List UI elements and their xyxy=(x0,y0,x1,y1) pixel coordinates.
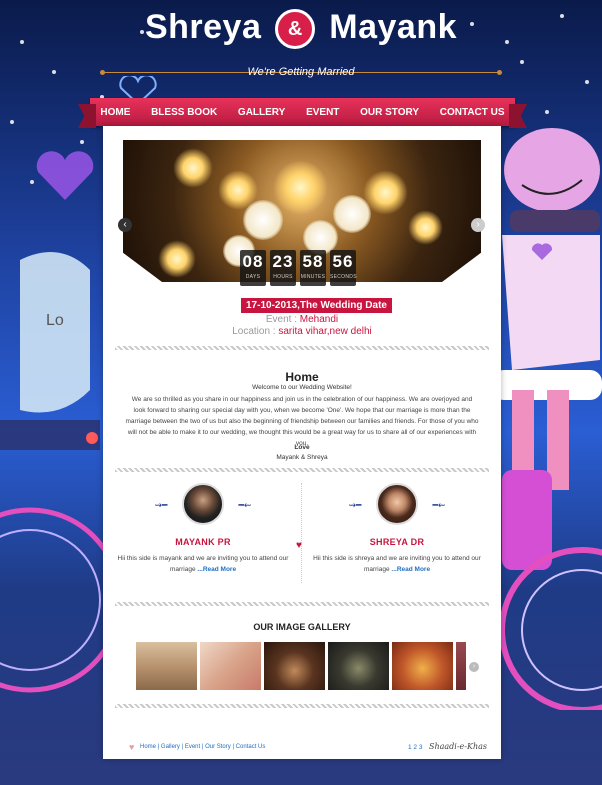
nav-home[interactable]: HOME xyxy=(100,107,130,118)
welcome-paragraph: We are so thrilled as you share in our h… xyxy=(125,396,479,447)
couple-divider xyxy=(301,483,302,583)
sign-names: Mayank & Shreya xyxy=(276,454,328,461)
footer-link-gallery[interactable]: Gallery xyxy=(161,744,180,750)
purple-heart-icon xyxy=(34,150,96,202)
ornament-left-icon: ⇝━ xyxy=(154,500,168,510)
countdown-hours: 23 HOURS xyxy=(270,250,296,286)
countdown-minutes-label: MINUTES xyxy=(300,274,326,280)
countdown-hours-value: 23 xyxy=(272,252,294,271)
content-card: ‹ › 08 DAYS 23 HOURS 58 MINUTES 56 SECON… xyxy=(103,126,501,759)
gallery-thumb[interactable] xyxy=(136,642,197,690)
countdown-seconds-label: SECONDS xyxy=(330,274,357,280)
gallery-title: OUR IMAGE GALLERY xyxy=(253,622,351,632)
gallery-thumb[interactable] xyxy=(392,642,453,690)
heart-icon: ♥ xyxy=(296,540,302,551)
location-label: Location : xyxy=(232,326,276,337)
countdown-minutes-value: 58 xyxy=(302,252,324,271)
sign-title: Love xyxy=(294,444,310,451)
home-title: Home xyxy=(285,370,319,384)
footer-heart-icon: ♥ xyxy=(129,742,135,752)
gallery-next-icon[interactable]: › xyxy=(469,662,479,672)
ampersand-badge: & xyxy=(275,9,316,50)
bride-avatar[interactable] xyxy=(376,483,418,525)
couple-logo[interactable]: Shreya & Mayank xyxy=(0,8,602,50)
bride-read-more-link[interactable]: ...Read More xyxy=(391,566,430,573)
footer-link-home[interactable]: Home xyxy=(140,744,156,750)
location-value: sarita vihar,new delhi xyxy=(278,326,372,337)
gallery-thumb[interactable] xyxy=(456,642,466,690)
welcome-text: Welcome to our Wedding Website! xyxy=(252,384,352,391)
countdown-timer: 08 DAYS 23 HOURS 58 MINUTES 56 SECONDS xyxy=(240,250,357,286)
countdown-seconds: 56 SECONDS xyxy=(330,250,357,286)
footer-signature: Shaadi-e-Khas xyxy=(429,742,487,751)
gallery-thumb[interactable] xyxy=(264,642,325,690)
ornament-right-icon: ━⇜ xyxy=(238,500,252,510)
location-line: Location : sarita vihar,new delhi xyxy=(103,326,501,337)
footer-link-our-story[interactable]: Our Story xyxy=(205,744,231,750)
countdown-days-label: DAYS xyxy=(245,274,261,280)
event-label: Event : xyxy=(265,314,297,325)
nav-our-story[interactable]: OUR STORY xyxy=(360,107,419,118)
gallery-strip xyxy=(136,642,466,690)
groom-avatar[interactable] xyxy=(182,483,224,525)
nav-contact-us[interactable]: CONTACT US xyxy=(440,107,505,118)
site-header: Shreya & Mayank We're Getting Married xyxy=(0,0,602,100)
logo-name-right: Mayank xyxy=(329,8,458,46)
card-footer: ♥ Home | Gallery | Event | Our Story | C… xyxy=(103,742,501,759)
bride-name: SHREYA DR xyxy=(369,537,425,547)
event-value: Mehandi xyxy=(299,314,339,325)
bride-text: Hii this side is shreya and we are invit… xyxy=(307,553,487,575)
wedding-date-badge: 17-10-2013,The Wedding Date xyxy=(241,298,392,313)
groom-read-more-link[interactable]: ...Read More xyxy=(197,566,236,573)
nav-event[interactable]: EVENT xyxy=(306,107,339,118)
ornament-left-icon: ⇝━ xyxy=(348,500,362,510)
gallery-thumb[interactable] xyxy=(200,642,261,690)
bride-profile: ⇝━ ━⇜ SHREYA DR Hii this side is shreya … xyxy=(307,483,487,575)
footer-link-contact-us[interactable]: Contact Us xyxy=(236,744,266,750)
divider xyxy=(115,346,489,350)
divider xyxy=(115,602,489,606)
countdown-seconds-value: 56 xyxy=(332,252,354,271)
tagline: We're Getting Married xyxy=(247,66,355,78)
nav-bless-book[interactable]: BLESS BOOK xyxy=(151,107,217,118)
nav-gallery[interactable]: GALLERY xyxy=(238,107,285,118)
divider xyxy=(115,704,489,708)
groom-name: MAYANK PR xyxy=(175,537,231,547)
countdown-hours-label: HOURS xyxy=(273,274,293,280)
logo-name-left: Shreya xyxy=(144,8,262,46)
main-nav: HOME BLESS BOOK GALLERY EVENT OUR STORY … xyxy=(90,98,515,126)
footer-link-event[interactable]: Event xyxy=(185,744,200,750)
countdown-days: 08 DAYS xyxy=(240,250,266,286)
slider-next-arrow-icon[interactable]: › xyxy=(471,218,485,232)
groom-profile: ⇝━ ━⇜ MAYANK PR Hii this side is mayank … xyxy=(113,483,293,575)
countdown-days-value: 08 xyxy=(242,252,264,271)
event-line: Event : Mehandi xyxy=(103,314,501,325)
pagination[interactable]: 1 2 3 xyxy=(408,744,422,751)
slider-prev-arrow-icon[interactable]: ‹ xyxy=(118,218,132,232)
divider xyxy=(115,468,489,472)
gallery-thumb[interactable] xyxy=(328,642,389,690)
left-bicycle-illustration xyxy=(0,240,123,720)
groom-text: Hii this side is mayank and we are invit… xyxy=(113,553,293,575)
footer-links: Home | Gallery | Event | Our Story | Con… xyxy=(140,744,266,750)
ornament-right-icon: ━⇜ xyxy=(432,500,446,510)
countdown-minutes: 58 MINUTES xyxy=(300,250,326,286)
